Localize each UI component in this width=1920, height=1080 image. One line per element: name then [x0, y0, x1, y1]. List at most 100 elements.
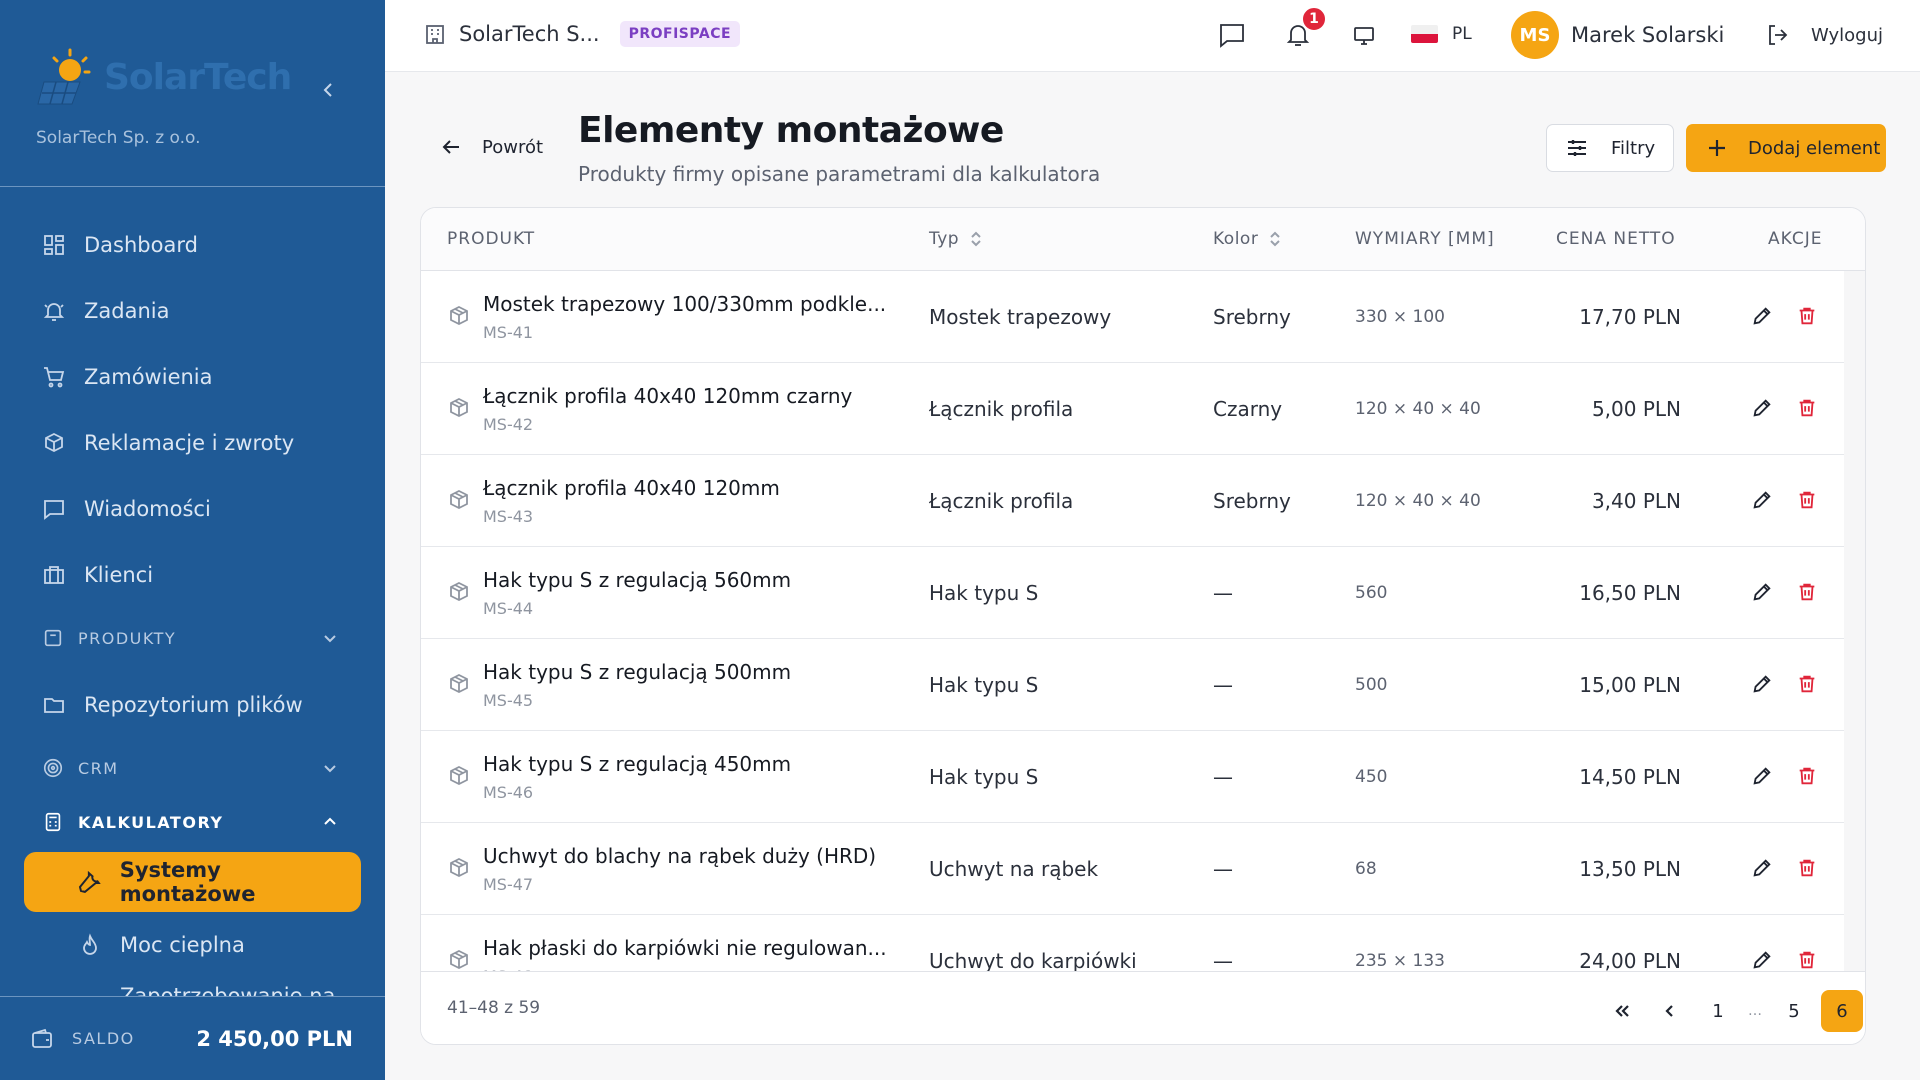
sort-icon	[971, 231, 981, 247]
product-color: Srebrny	[1213, 489, 1291, 513]
edit-icon[interactable]	[1751, 857, 1773, 879]
target-icon	[43, 758, 63, 778]
page-button-active[interactable]: 6	[1821, 990, 1863, 1032]
product-type: Mostek trapezowy	[929, 305, 1112, 329]
product-name[interactable]: Hak płaski do karpiówki nie regulowan...	[483, 936, 887, 960]
delete-icon[interactable]	[1796, 397, 1818, 419]
product-price: 13,50 PLN	[1579, 857, 1681, 881]
column-header-typ[interactable]: Typ	[929, 229, 983, 249]
sort-icon	[1270, 231, 1281, 247]
language-selector[interactable]: PL	[1411, 24, 1472, 44]
edit-icon[interactable]	[1751, 581, 1773, 603]
product-dimensions: 120 × 40 × 40	[1355, 491, 1481, 511]
delete-icon[interactable]	[1796, 581, 1818, 603]
product-name[interactable]: Mostek trapezowy 100/330mm podkle...	[483, 292, 886, 316]
table-row[interactable]: Hak typu S z regulacją 560mm MS-44 Hak typ…	[421, 547, 1844, 639]
sidebar-item-wiadomosci[interactable]: Wiadomości	[0, 476, 385, 542]
column-header-kolor[interactable]: Kolor	[1213, 229, 1282, 249]
product-name[interactable]: Hak typu S z regulacją 450mm	[483, 752, 791, 776]
back-button[interactable]: Powrót	[440, 136, 543, 158]
product-sku: MS-44	[483, 599, 534, 618]
edit-icon[interactable]	[1751, 673, 1773, 695]
product-name[interactable]: Łącznik profila 40x40 120mm	[483, 476, 780, 500]
package-icon	[450, 305, 468, 326]
table-row[interactable]: Łącznik profila 40x40 120mm MS-43 Łącznik …	[421, 455, 1844, 547]
sidebar-item-moc-cieplna[interactable]: Moc cieplna	[0, 912, 385, 978]
delete-icon[interactable]	[1796, 765, 1818, 787]
table-row[interactable]: Hak płaski do karpiówki nie regulowan...…	[421, 915, 1844, 971]
sidebar-item-systemy-montazowe[interactable]: Systemy montażowe	[24, 852, 361, 912]
page-button[interactable]: 5	[1773, 990, 1815, 1032]
product-price: 15,00 PLN	[1579, 673, 1681, 697]
notifications-button[interactable]: 1	[1283, 6, 1327, 52]
product-dimensions: 330 × 100	[1355, 307, 1445, 327]
table-body: Mostek trapezowy 100/330mm podkle... MS-4…	[421, 271, 1844, 971]
topbar: SolarTech S... PROFISPACE 1 PL MS Marek …	[385, 0, 1920, 72]
table-row[interactable]: Uchwyt do blachy na rąbek duży (HRD) MS-4…	[421, 823, 1844, 915]
filters-button[interactable]: Filtry	[1546, 124, 1674, 172]
product-type: Łącznik profila	[929, 397, 1074, 421]
sidebar-item-reklamacje[interactable]: Reklamacje i zwroty	[0, 410, 385, 476]
product-color: Srebrny	[1213, 305, 1291, 329]
header-label: PRODUKT	[447, 229, 536, 249]
table-scrollbar[interactable]	[1844, 271, 1865, 971]
sidebar-section-produkty[interactable]: PRODUKTY	[0, 608, 385, 668]
avatar[interactable]: MS	[1511, 11, 1559, 59]
delete-icon[interactable]	[1796, 489, 1818, 511]
product-color: —	[1213, 857, 1233, 881]
sidebar-item-klienci[interactable]: Klienci	[0, 542, 385, 608]
balance-value: 2 450,00 PLN	[196, 1026, 353, 1051]
delete-icon[interactable]	[1796, 949, 1818, 971]
cart-icon	[44, 367, 65, 388]
sidebar-item-dashboard[interactable]: Dashboard	[0, 212, 385, 278]
display-button[interactable]	[1349, 20, 1381, 52]
sliders-icon	[1568, 140, 1586, 156]
sidebar-item-zadania[interactable]: Zadania	[0, 278, 385, 344]
prev-page-button[interactable]	[1649, 990, 1691, 1032]
collapse-sidebar-icon[interactable]	[318, 80, 338, 100]
header-label: CENA NETTO	[1556, 229, 1676, 249]
product-name[interactable]: Łącznik profila 40x40 120mm czarny	[483, 384, 852, 408]
edit-icon[interactable]	[1751, 305, 1773, 327]
workspace-switcher[interactable]: SolarTech S... PROFISPACE	[423, 21, 741, 47]
add-element-button[interactable]: Dodaj element	[1686, 124, 1886, 172]
sidebar-item-repozytorium[interactable]: Repozytorium plików	[0, 672, 385, 738]
logo[interactable]: SolarTech	[36, 46, 292, 108]
column-header-cena: CENA NETTO	[1556, 229, 1676, 249]
section-label: KALKULATORY	[78, 812, 224, 832]
product-name[interactable]: Hak typu S z regulacją 500mm	[483, 660, 791, 684]
page-subtitle: Produkty firmy opisane parametrami dla k…	[578, 162, 1101, 186]
delete-icon[interactable]	[1796, 673, 1818, 695]
product-price: 24,00 PLN	[1579, 949, 1681, 971]
column-header-wymiary: WYMIARY [MM]	[1355, 229, 1495, 249]
table-row[interactable]: Mostek trapezowy 100/330mm podkle... MS-4…	[421, 271, 1844, 363]
delete-icon[interactable]	[1796, 857, 1818, 879]
edit-icon[interactable]	[1751, 949, 1773, 971]
table-row[interactable]: Łącznik profila 40x40 120mm czarny MS-42 Ł…	[421, 363, 1844, 455]
sidebar-item-zamowienia[interactable]: Zamówienia	[0, 344, 385, 410]
first-page-button[interactable]	[1601, 990, 1643, 1032]
logout-button[interactable]: Wyloguj	[1765, 22, 1883, 48]
sidebar-section-crm[interactable]: CRM	[0, 738, 385, 798]
edit-icon[interactable]	[1751, 765, 1773, 787]
header-label: WYMIARY [MM]	[1355, 229, 1495, 249]
user-name[interactable]: Marek Solarski	[1571, 23, 1724, 47]
page-button[interactable]: 1	[1697, 990, 1739, 1032]
header-label: Typ	[929, 229, 960, 249]
product-name[interactable]: Uchwyt do blachy na rąbek duży (HRD)	[483, 844, 876, 868]
logout-label: Wyloguj	[1811, 24, 1883, 46]
sidebar-item-label: Zadania	[84, 299, 170, 323]
chevron-down-icon	[324, 635, 336, 643]
delete-icon[interactable]	[1796, 305, 1818, 327]
product-dimensions: 120 × 40 × 40	[1355, 399, 1481, 419]
table-row[interactable]: Hak typu S z regulacją 450mm MS-46 Hak typ…	[421, 731, 1844, 823]
edit-icon[interactable]	[1751, 489, 1773, 511]
sidebar-item-label: Repozytorium plików	[84, 693, 303, 717]
arrow-left-icon	[442, 140, 459, 154]
table-row[interactable]: Hak typu S z regulacją 500mm MS-45 Hak typ…	[421, 639, 1844, 731]
product-name[interactable]: Hak typu S z regulacją 560mm	[483, 568, 791, 592]
product-type: Hak typu S	[929, 765, 1039, 789]
edit-icon[interactable]	[1751, 397, 1773, 419]
sidebar-section-kalkulatory[interactable]: KALKULATORY	[0, 798, 385, 846]
messages-button[interactable]	[1217, 20, 1249, 52]
